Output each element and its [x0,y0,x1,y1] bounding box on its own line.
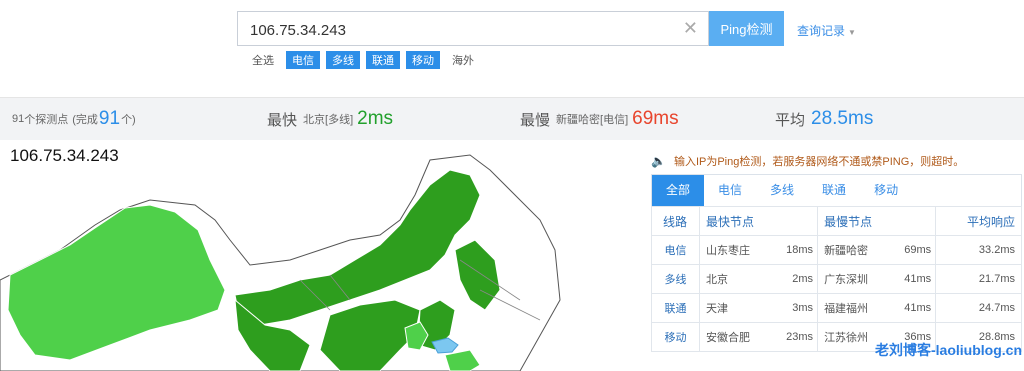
row-average: 21.7ms [935,264,1022,294]
filter-select-all[interactable]: 全选 [246,51,280,69]
table-row: 电信 山东枣庄 18ms 新疆哈密 69ms 33.2ms [651,235,1022,265]
row-slow-ms: 41ms [890,264,937,294]
query-history-label: 查询记录 [797,24,846,38]
row-slow-ms: 41ms [890,293,937,323]
caret-down-icon: ▼ [848,28,856,37]
tab-mobile[interactable]: 移动 [860,175,912,206]
line-filter-group: 全选 电信 多线 联通 移动 海外 [246,51,486,69]
stats-bar: 91 个探测点 (完成 91 个) 最快 北京[多线] 2ms 最慢 新疆哈密[… [0,97,1024,140]
row-fast-ms: 23ms [771,322,819,352]
row-average: 33.2ms [935,235,1022,265]
slowest-stat: 最慢 新疆哈密[电信] 69ms [520,98,679,140]
row-fast-node: 天津 [698,293,772,323]
probe-count: 91 [12,113,25,125]
filter-unicom[interactable]: 联通 [366,51,400,69]
header-average: 平均响应 [935,206,1022,236]
filter-telecom[interactable]: 电信 [286,51,320,69]
probe-label: 个探测点 [24,114,69,126]
table-row: 联通 天津 3ms 福建福州 41ms 24.7ms [651,293,1022,323]
table-header-row: 线路 最快节点 最慢节点 平均响应 [651,206,1022,236]
slowest-value: 69ms [632,108,679,129]
clear-icon[interactable]: ✕ [683,18,698,39]
row-line: 多线 [651,264,700,294]
slowest-node: 新疆哈密[电信] [556,114,629,126]
tab-telecom[interactable]: 电信 [704,175,756,206]
map-ip-title: 106.75.34.243 [10,146,119,165]
header-slowest-node: 最慢节点 [817,206,937,236]
fastest-value: 2ms [357,108,394,129]
row-line: 移动 [651,322,700,352]
china-ping-map [0,154,561,371]
row-slow-node: 广东深圳 [817,264,891,294]
row-line: 联通 [651,293,700,323]
row-fast-node: 北京 [698,264,772,294]
done-suffix: 个) [121,114,136,126]
query-history-link[interactable]: 查询记录 ▼ [797,22,856,39]
header-line: 线路 [651,206,700,236]
filter-overseas[interactable]: 海外 [446,51,480,69]
probe-count-stat: 91 个探测点 (完成 91 个) [12,98,136,140]
slowest-label: 最慢 [520,111,551,129]
fastest-node: 北京[多线] [303,114,354,126]
row-fast-ms: 3ms [771,293,819,323]
row-average: 24.7ms [935,293,1022,323]
tab-all[interactable]: 全部 [652,175,705,206]
line-tabs: 全部 电信 多线 联通 移动 [651,174,1022,206]
fastest-stat: 最快 北京[多线] 2ms [267,98,393,140]
average-label: 平均 [775,111,806,129]
header-fastest-node: 最快节点 [698,206,819,236]
ping-check-button[interactable]: Ping检测 [709,11,784,46]
row-fast-ms: 2ms [771,264,819,294]
row-fast-node: 安徽合肥 [698,322,772,352]
average-stat: 平均 28.5ms [775,98,873,140]
ping-notice: 🔈 输入IP为Ping检测，若服务器网络不通或禁PING，则超时。 [651,153,964,169]
filter-multiline[interactable]: 多线 [326,51,360,69]
row-slow-node: 新疆哈密 [817,235,891,265]
row-slow-ms: 69ms [890,235,937,265]
tab-multiline[interactable]: 多线 [756,175,808,206]
ip-search-box[interactable]: ✕ [237,11,709,46]
row-fast-ms: 18ms [771,235,819,265]
row-slow-node: 福建福州 [817,293,891,323]
speaker-icon: 🔈 [651,154,666,168]
watermark: 老刘博客-laoliublog.cn [875,342,1022,358]
fastest-label: 最快 [267,111,298,129]
filter-mobile[interactable]: 移动 [406,51,440,69]
ip-search-input[interactable] [248,19,672,41]
notice-text: 输入IP为Ping检测，若服务器网络不通或禁PING，则超时。 [673,156,965,168]
tab-unicom[interactable]: 联通 [808,175,860,206]
done-prefix: (完成 [72,114,98,126]
row-line: 电信 [651,235,700,265]
table-row: 多线 北京 2ms 广东深圳 41ms 21.7ms [651,264,1022,294]
results-table: 线路 最快节点 最慢节点 平均响应 电信 山东枣庄 18ms 新疆哈密 69ms… [651,206,1022,352]
average-value: 28.5ms [811,108,874,129]
done-count: 91 [98,108,121,129]
row-fast-node: 山东枣庄 [698,235,772,265]
